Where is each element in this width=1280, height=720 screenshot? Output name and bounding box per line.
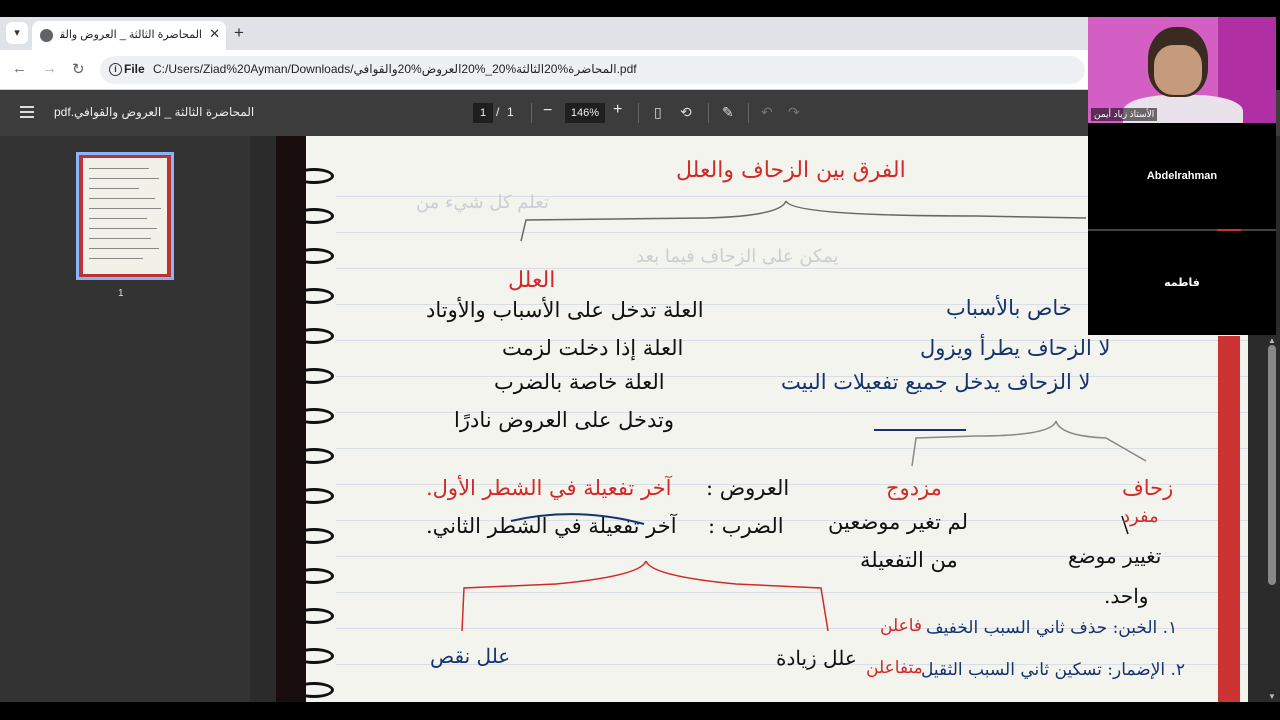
- khabn-line: ١. الخبن: حذف ثاني السبب الخفيف: [926, 618, 1178, 638]
- omnibox[interactable]: i File C:/Users/Ziad%20Ayman/Downloads/ا…: [100, 56, 1085, 84]
- forward-arrow-icon[interactable]: →: [42, 60, 57, 77]
- rotate-icon[interactable]: ⟲: [680, 104, 692, 121]
- back-arrow-icon[interactable]: ←: [12, 60, 27, 77]
- left-line-1: العلة تدخل على الأسباب والأوتاد: [426, 298, 704, 322]
- mofrad-def-2: واحد.: [1104, 584, 1149, 608]
- pdf-document-title: المحاضرة الثالثة _ العروض والقوافي.pdf: [54, 105, 255, 119]
- tab-close-icon[interactable]: ✕: [209, 26, 220, 42]
- thumbnail-page: [83, 158, 167, 274]
- darb-label: الضرب :: [708, 514, 784, 538]
- aroud-label: العروض :: [706, 476, 790, 500]
- scroll-up-arrow-icon[interactable]: ▲: [1268, 336, 1276, 345]
- mofrad-def-1: تغيير موضع: [1068, 544, 1162, 568]
- naqs-label: علل نقص: [430, 644, 511, 668]
- edmar-word: متفاعلن: [866, 658, 923, 678]
- toolbar-divider: [638, 103, 639, 123]
- participant-name: فاطمه: [1164, 277, 1200, 289]
- reload-icon[interactable]: ↻: [72, 60, 85, 78]
- presenter-video-tile[interactable]: الأستاذ زياد أيمن: [1088, 17, 1276, 123]
- left-line-2: العلة إذا دخلت لزمت: [502, 336, 684, 360]
- thumbnail-page-number: 1: [118, 288, 124, 299]
- url-text[interactable]: C:/Users/Ziad%20Ayman/Downloads/المحاضرة…: [153, 62, 637, 76]
- mozdawaj-def-2: من التفعيلة: [860, 548, 958, 572]
- edmar-line: ٢. الإضمار: تسكين ثاني السبب الثقيل: [921, 660, 1186, 680]
- mozdawaj-label: مزدوج: [886, 476, 942, 500]
- new-tab-plus-icon[interactable]: +: [234, 23, 244, 43]
- zehaf-label: زحاف: [1122, 476, 1174, 500]
- left-line-3: العلة خاصة بالضرب: [494, 370, 665, 394]
- tab-search-chevron-down-icon[interactable]: ▾: [6, 22, 28, 44]
- fit-page-icon[interactable]: ▯: [654, 104, 662, 121]
- toolbar-divider: [708, 103, 709, 123]
- khabn-word: فاعلن: [880, 616, 923, 636]
- right-line-1: خاص بالأسباب: [946, 296, 1072, 320]
- thumbnail-sidebar: 1: [0, 136, 250, 720]
- mozdawaj-def-1: لم تغير موضعين: [828, 510, 969, 534]
- presenter-name-label: الأستاذ زياد أيمن: [1091, 108, 1158, 121]
- info-icon[interactable]: i: [109, 63, 122, 76]
- top-letterbox: [0, 0, 1280, 17]
- aroud-definition: آخر تفعيلة في الشطر الأول.: [426, 476, 672, 500]
- zoom-level-input[interactable]: 146%: [565, 103, 605, 123]
- screen: ▾ المحاضرة الثالثة _ العروض والقوا ✕ + ←…: [0, 0, 1280, 720]
- participant-tile-fatma[interactable]: فاطمه: [1088, 231, 1276, 335]
- ziyada-label: علل زيادة: [776, 646, 857, 670]
- participant-name: Abdelrahman: [1146, 170, 1218, 182]
- redo-icon[interactable]: ↷: [788, 104, 800, 121]
- address-bar-row: ← → ↻ i File C:/Users/Ziad%20Ayman/Downl…: [0, 50, 1090, 90]
- participant-tile-abdelrahman[interactable]: Abdelrahman: [1088, 123, 1276, 229]
- browser-tab[interactable]: المحاضرة الثالثة _ العروض والقوا ✕: [32, 21, 226, 50]
- menu-hamburger-icon[interactable]: [20, 106, 34, 118]
- left-heading: العلل: [508, 268, 556, 293]
- right-line-2: لا الزحاف يطرأ ويزول: [920, 336, 1111, 360]
- mofrad-label: مفرد: [1122, 506, 1159, 527]
- globe-icon: [40, 29, 53, 42]
- toolbar-divider: [531, 103, 532, 123]
- right-line-3: لا الزحاف يدخل جميع تفعيلات البيت: [781, 370, 1091, 394]
- left-line-4: وتدخل على العروض نادرًا: [454, 408, 674, 432]
- page-count: 1: [507, 105, 514, 119]
- notes-title: الفرق بين الزحاف والعلل: [676, 158, 906, 183]
- page-thumbnail[interactable]: [76, 152, 174, 280]
- tab-strip: ▾ المحاضرة الثالثة _ العروض والقوا ✕ +: [0, 17, 1090, 50]
- annotate-pen-icon[interactable]: ✎: [722, 104, 734, 121]
- bottom-letterbox: [0, 702, 1280, 720]
- tab-title: المحاضرة الثالثة _ العروض والقوا: [60, 29, 202, 41]
- undo-icon[interactable]: ↶: [761, 104, 773, 121]
- zoom-out-minus-icon[interactable]: −: [543, 102, 552, 120]
- page-number-input[interactable]: 1: [473, 103, 493, 123]
- zoom-in-plus-icon[interactable]: +: [613, 101, 622, 119]
- darb-definition: آخر تفعيلة في الشطر الثاني.: [426, 514, 677, 538]
- file-scheme-label: File: [124, 62, 145, 76]
- vertical-scrollbar-thumb[interactable]: [1268, 345, 1276, 585]
- page-separator: /: [496, 105, 500, 119]
- toolbar-divider: [748, 103, 749, 123]
- scroll-down-arrow-icon[interactable]: ▼: [1268, 692, 1276, 701]
